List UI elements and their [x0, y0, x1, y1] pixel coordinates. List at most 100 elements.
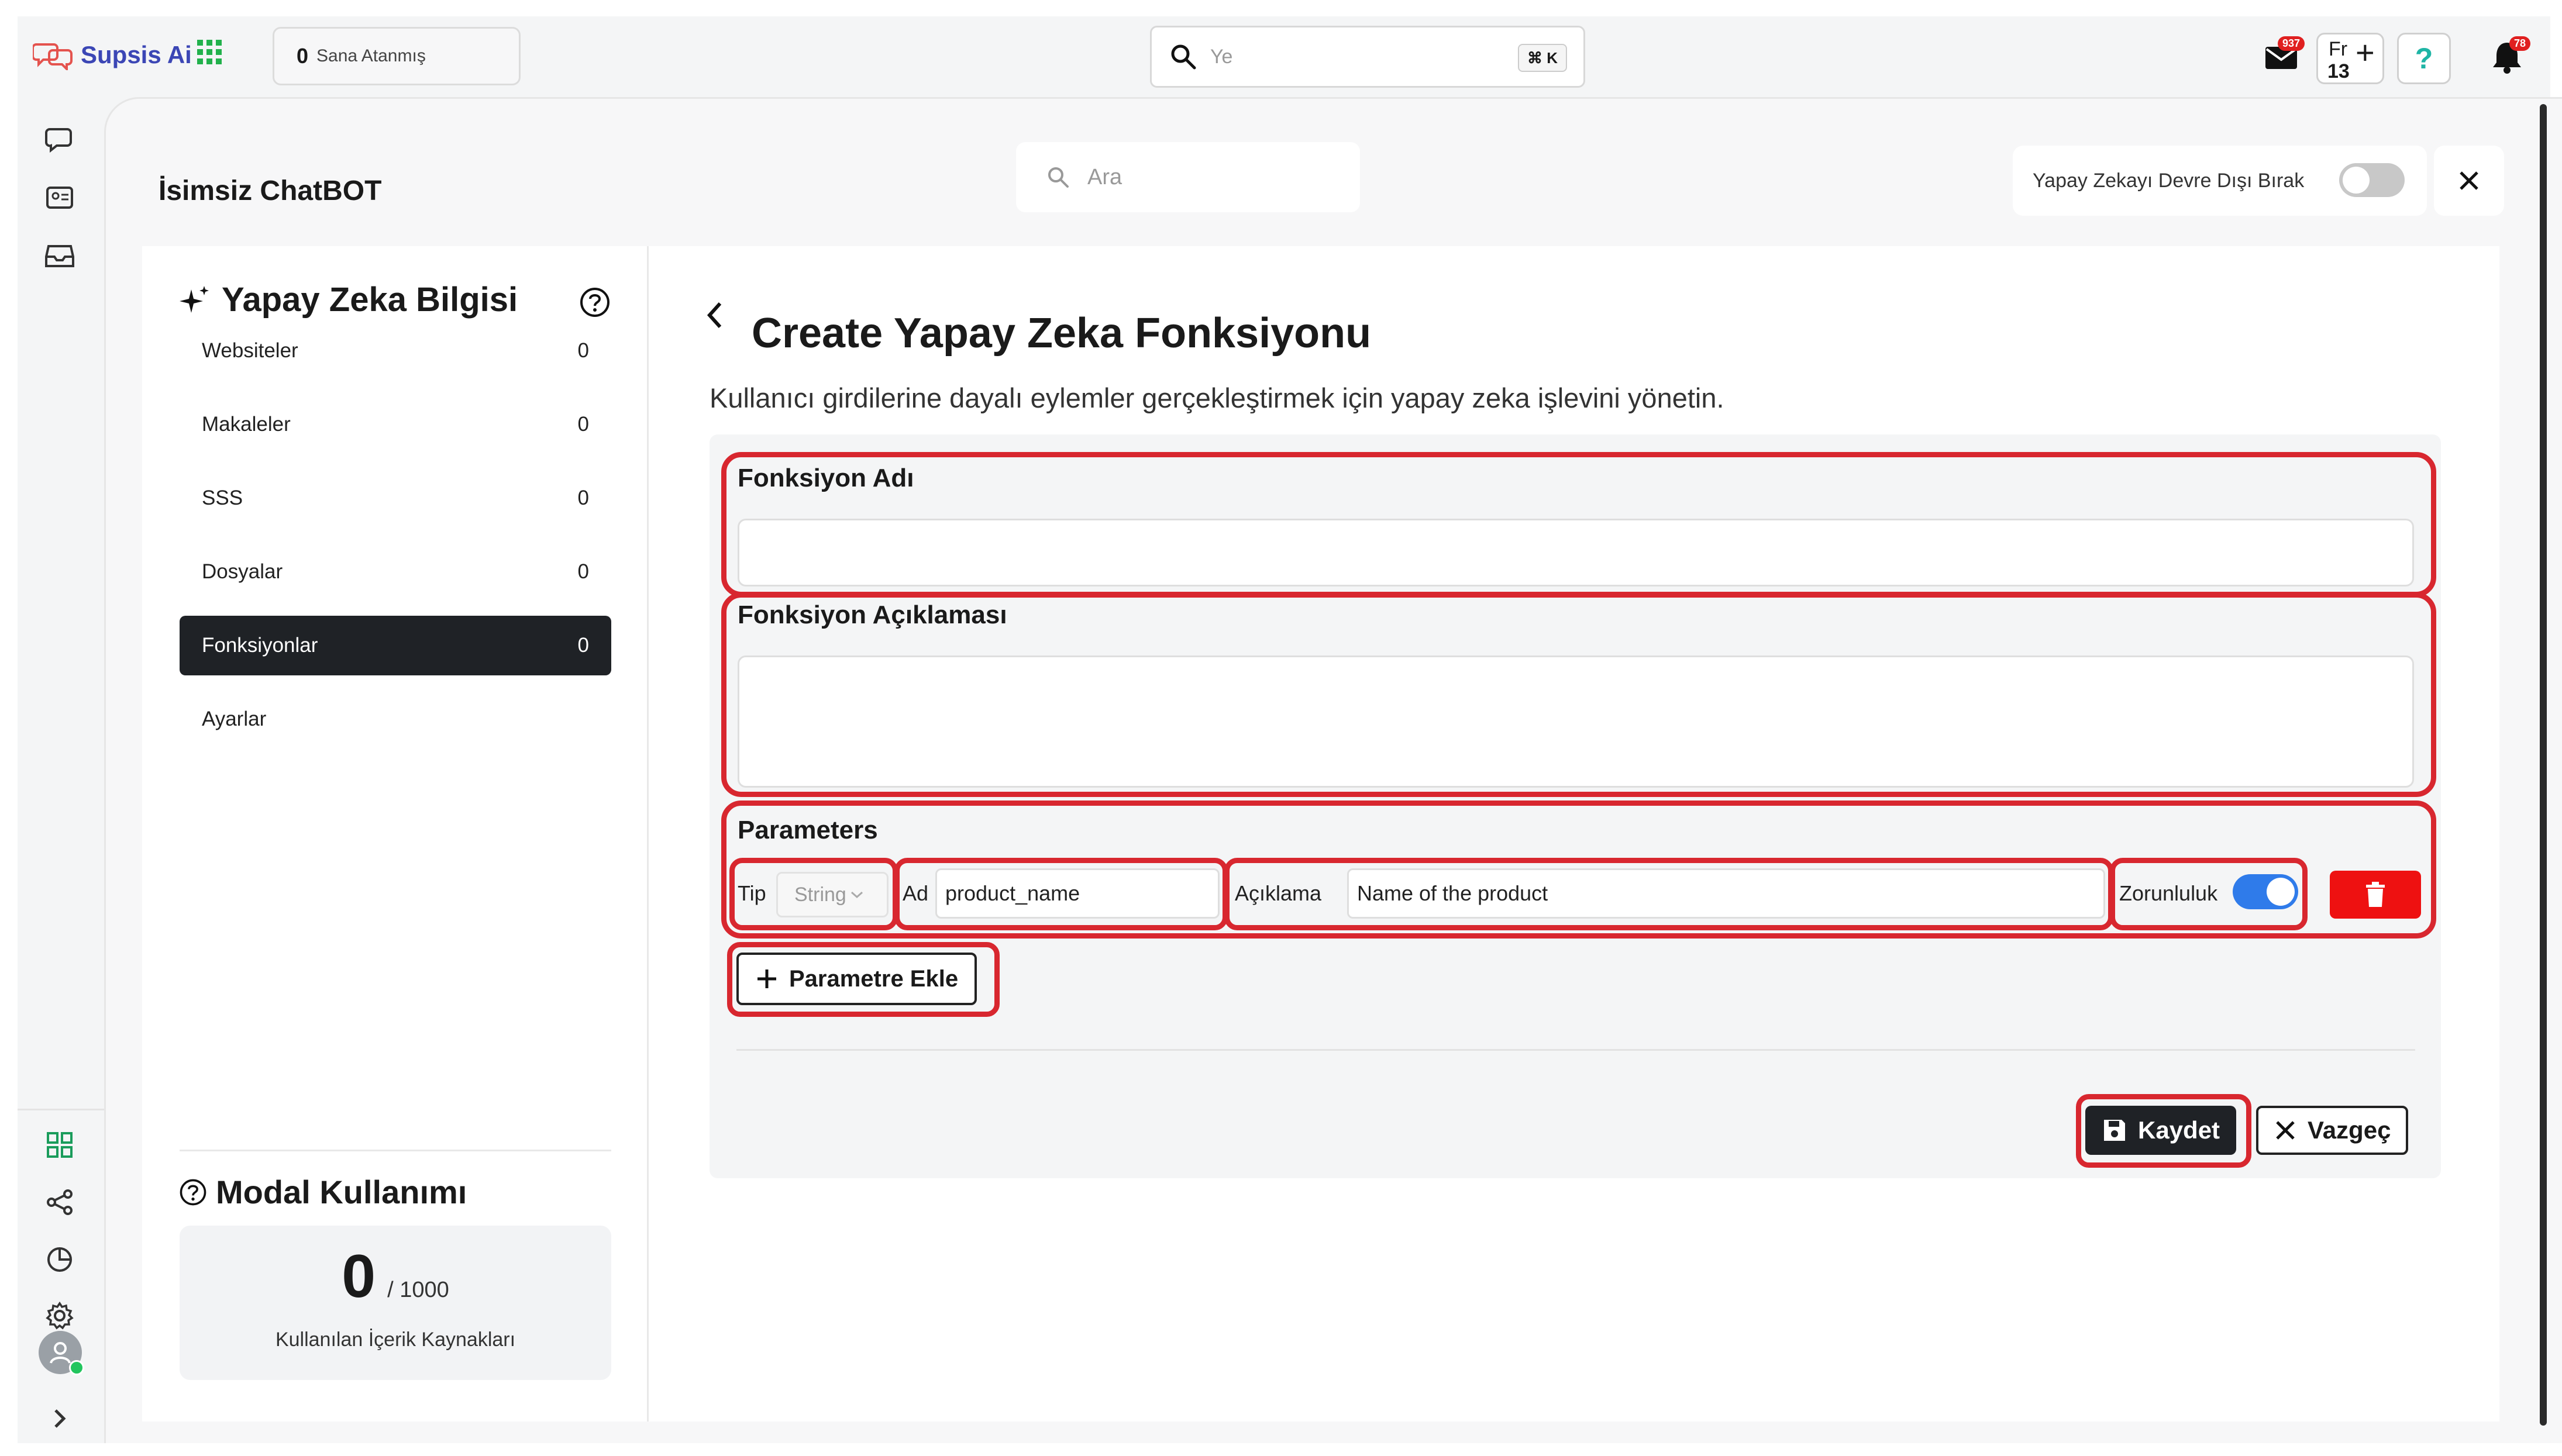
sidebar-item-count: 0 — [577, 487, 589, 509]
param-type-value: String — [794, 883, 846, 906]
param-type-label: Tip — [738, 881, 766, 905]
rail-reports[interactable] — [42, 1242, 77, 1277]
app-name: Supsis Ai — [81, 41, 192, 68]
sidebar-divider — [180, 1150, 611, 1151]
plus-icon: + — [2356, 34, 2375, 71]
rail-dashboard[interactable] — [42, 1127, 77, 1162]
sidebar-item-websites[interactable]: Websiteler 0 — [180, 321, 611, 381]
param-type-select[interactable]: String — [776, 872, 889, 917]
app-screen: Supsis Ai 0 Sana Atanmış Ye ⌘ K 937 Fr 1… — [18, 16, 2562, 1443]
help-button[interactable]: ? — [2397, 33, 2451, 84]
friends-button[interactable]: Fr 13 + — [2316, 33, 2384, 84]
rail-settings[interactable] — [42, 1298, 77, 1333]
chevron-down-icon — [850, 891, 863, 899]
user-avatar[interactable] — [39, 1331, 84, 1375]
function-form: Fonksiyon Adı Fonksiyon Açıklaması Param… — [710, 434, 2441, 1178]
param-name-value: product_name — [945, 881, 1080, 905]
sidebar-item-label: Fonksiyonlar — [202, 634, 318, 657]
help-circle-icon[interactable] — [578, 286, 611, 319]
usage-value: 0 — [342, 1243, 376, 1310]
usage-limit: / 1000 — [387, 1278, 449, 1302]
sidebar-item-functions[interactable]: Fonksiyonlar 0 — [180, 616, 611, 675]
close-button[interactable] — [2434, 146, 2504, 216]
form-divider — [736, 1049, 2415, 1051]
close-icon — [2460, 171, 2478, 190]
inbox-icon — [45, 245, 74, 267]
notification-badge: 78 — [2509, 36, 2530, 51]
notifications-button[interactable]: 78 — [2480, 30, 2534, 84]
add-parameter-label: Parametre Ekle — [789, 965, 959, 992]
function-name-input[interactable] — [738, 519, 2414, 586]
contact-card-icon — [46, 187, 73, 209]
page-subtitle: Kullanıcı girdilerine dayalı eylemler ge… — [710, 382, 1724, 413]
param-required-toggle[interactable] — [2233, 874, 2298, 909]
main-panel: İsimsiz ChatBOT Ara Yapay Zekayı Devre D… — [104, 97, 2562, 1443]
param-name-input[interactable]: product_name — [935, 868, 1220, 919]
add-parameter-button[interactable]: Parametre Ekle — [736, 953, 977, 1005]
sidebar-item-faq[interactable]: SSS 0 — [180, 468, 611, 528]
rail-expand[interactable] — [42, 1401, 77, 1436]
mail-button[interactable]: 937 — [2254, 30, 2308, 84]
search-icon — [1171, 44, 1196, 70]
rail-inbox[interactable] — [42, 239, 77, 274]
sidebar-item-label: Websiteler — [202, 339, 298, 362]
chat-bubbles-logo-icon — [33, 43, 73, 70]
user-icon — [50, 1342, 71, 1364]
mail-badge: 937 — [2277, 36, 2305, 51]
online-status-dot — [69, 1360, 84, 1375]
cancel-label: Vazgeç — [2308, 1116, 2391, 1144]
sidebar-item-count: 0 — [577, 560, 589, 583]
fr-count: 13 — [2327, 60, 2350, 82]
sidebar-item-articles[interactable]: Makaleler 0 — [180, 395, 611, 454]
floppy-disk-icon — [2104, 1120, 2125, 1141]
pie-chart-icon — [47, 1247, 72, 1272]
param-description-input[interactable]: Name of the product — [1347, 868, 2105, 919]
assigned-label: Sana Atanmış — [316, 46, 426, 65]
param-description-label: Açıklama — [1235, 881, 1322, 905]
toggle-knob — [2343, 167, 2370, 194]
rail-contacts[interactable] — [42, 180, 77, 215]
scrollbar[interactable] — [2540, 104, 2547, 1426]
cancel-button[interactable]: Vazgeç — [2256, 1106, 2409, 1155]
left-rail — [18, 98, 104, 1443]
model-usage-title: Modal Kullanımı — [178, 1173, 467, 1211]
usage-summary: 0 / 1000 Kullanılan İçerik Kaynakları — [180, 1226, 611, 1380]
chatbot-title: İsimsiz ChatBOT — [159, 175, 382, 206]
model-usage-title-text: Modal Kullanımı — [216, 1174, 467, 1210]
ai-knowledge-sidebar: Yapay Zeka Bilgisi Websiteler 0 Makalele… — [142, 246, 649, 1422]
close-icon — [2276, 1121, 2295, 1140]
plus-icon — [757, 969, 776, 988]
sidebar-item-files[interactable]: Dosyalar 0 — [180, 542, 611, 602]
sidebar-title-text: Yapay Zeka Bilgisi — [222, 281, 518, 319]
content-search-input[interactable]: Ara — [1016, 142, 1360, 212]
global-search-input[interactable]: Ye ⌘ K — [1150, 26, 1585, 88]
delete-parameter-button[interactable] — [2330, 871, 2421, 919]
assigned-to-me-button[interactable]: 0 Sana Atanmış — [273, 27, 521, 85]
save-label: Kaydet — [2138, 1116, 2220, 1144]
save-button[interactable]: Kaydet — [2085, 1106, 2237, 1155]
app-logo[interactable]: Supsis Ai — [33, 40, 192, 70]
rail-share[interactable] — [42, 1185, 77, 1220]
sidebar-item-label: Ayarlar — [202, 708, 267, 730]
disable-ai-control: Yapay Zekayı Devre Dışı Bırak — [2013, 146, 2427, 216]
sidebar-item-label: Makaleler — [202, 413, 291, 436]
apps-grid-icon[interactable] — [196, 39, 223, 65]
function-editor: Create Yapay Zeka Fonksiyonu Kullanıcı g… — [649, 246, 2499, 1422]
rail-chat[interactable] — [42, 122, 77, 157]
function-name-label: Fonksiyon Adı — [738, 464, 914, 492]
parameters-label: Parameters — [738, 816, 878, 844]
back-chevron-icon[interactable] — [703, 299, 726, 332]
chevron-right-icon — [54, 1409, 66, 1428]
share-nodes-icon — [47, 1189, 73, 1215]
param-required-label: Zorunluluk — [2119, 881, 2218, 905]
sidebar-item-settings[interactable]: Ayarlar — [180, 689, 611, 749]
param-description-value: Name of the product — [1357, 881, 1548, 905]
sidebar-item-count: 0 — [577, 634, 589, 657]
disable-ai-toggle[interactable] — [2339, 163, 2405, 197]
help-circle-icon — [180, 1179, 206, 1205]
rail-divider — [18, 1109, 104, 1110]
function-description-input[interactable] — [738, 655, 2414, 788]
chat-bubble-icon — [45, 128, 72, 153]
content-card: Yapay Zeka Bilgisi Websiteler 0 Makalele… — [142, 246, 2499, 1422]
sidebar-title: Yapay Zeka Bilgisi — [178, 280, 518, 319]
